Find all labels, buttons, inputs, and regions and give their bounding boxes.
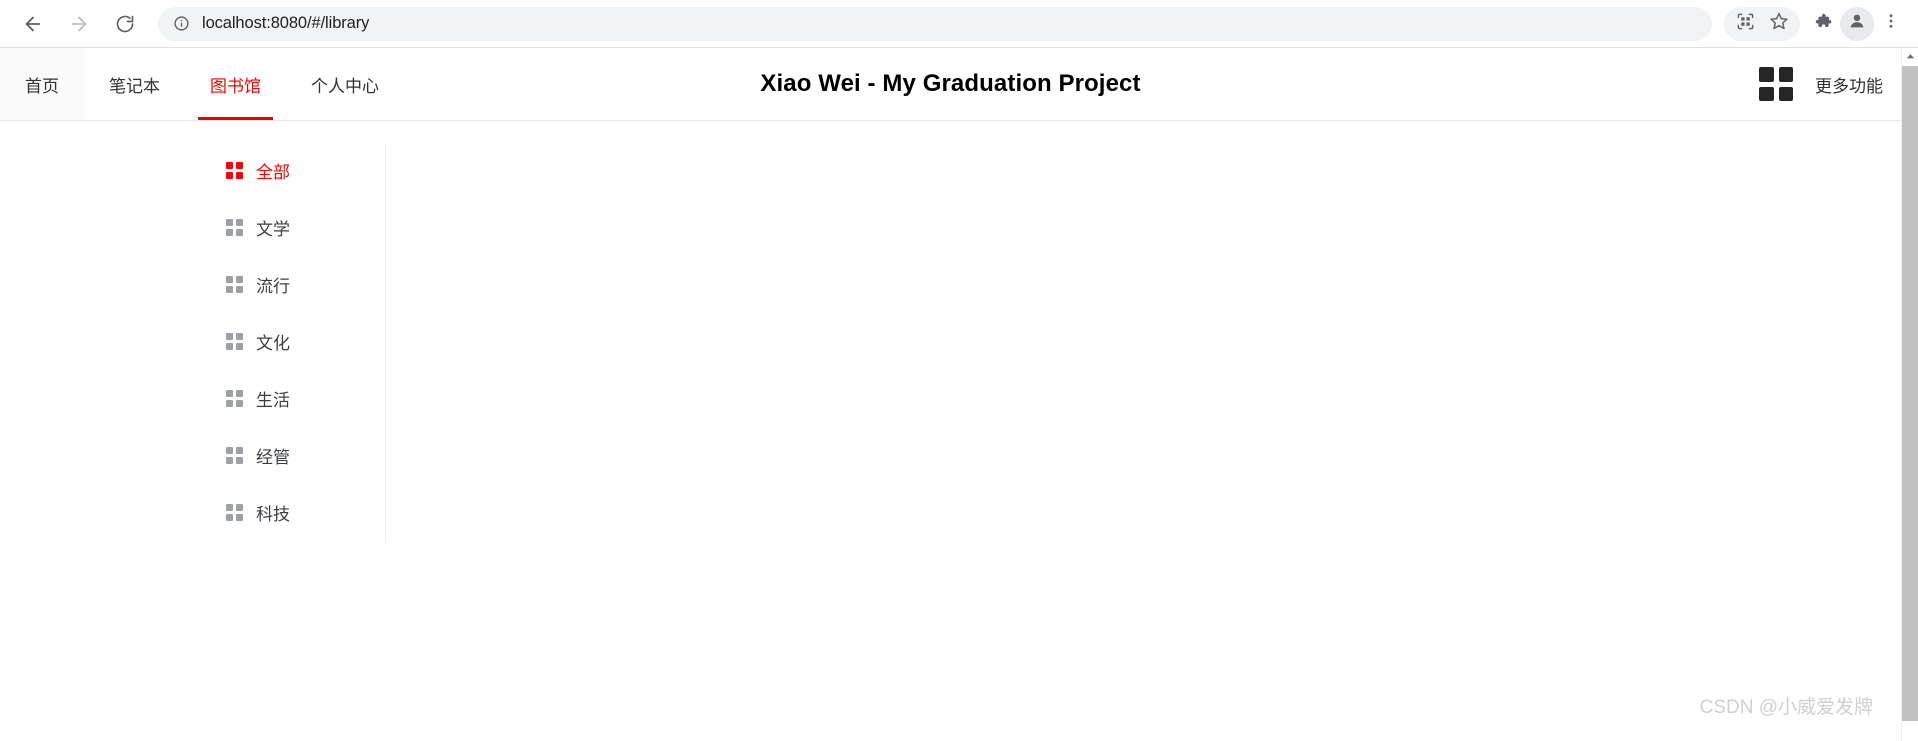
back-button[interactable] (14, 5, 52, 43)
star-icon (1769, 11, 1789, 36)
main-navigation: 首页 笔记本 图书馆 个人中心 (0, 48, 404, 120)
book-list-content (387, 121, 1901, 741)
app-body: 全部 文学 流行 文化 生活 经管 科技 CSDN @小威爱发牌 (0, 121, 1901, 741)
grid-icon (226, 276, 243, 293)
back-arrow-icon (22, 13, 44, 35)
page-scrollbar[interactable] (1901, 48, 1918, 741)
grid-icon (226, 447, 243, 464)
scrollbar-thumb[interactable] (1902, 66, 1918, 721)
puzzle-piece-icon (1813, 11, 1833, 36)
forward-button[interactable] (60, 5, 98, 43)
grid-icon (226, 219, 243, 236)
sidebar-item-technology[interactable]: 科技 (198, 484, 385, 541)
nav-item-library[interactable]: 图书馆 (185, 48, 286, 120)
sidebar-item-label: 生活 (256, 391, 290, 410)
sidebar-item-label: 全部 (256, 163, 290, 182)
sidebar-item-label: 流行 (256, 277, 290, 296)
sidebar-item-culture[interactable]: 文化 (198, 313, 385, 370)
sidebar-item-popular[interactable]: 流行 (198, 256, 385, 313)
reload-button[interactable] (106, 5, 144, 43)
sidebar-item-label: 科技 (256, 505, 290, 524)
qr-code-icon (1736, 12, 1755, 36)
three-dot-menu-icon (1882, 12, 1900, 35)
nav-item-profile[interactable]: 个人中心 (286, 48, 404, 120)
sidebar-item-all[interactable]: 全部 (198, 142, 385, 199)
profile-avatar-icon (1847, 11, 1867, 36)
grid-icon (226, 333, 243, 350)
more-features-label[interactable]: 更多功能 (1815, 72, 1883, 97)
browser-actions (1724, 6, 1918, 41)
grid-icon (226, 162, 243, 179)
category-sidebar: 全部 文学 流行 文化 生活 经管 科技 (198, 142, 386, 542)
sidebar-item-life[interactable]: 生活 (198, 370, 385, 427)
sidebar-item-label: 文学 (256, 220, 290, 239)
nav-item-label: 图书馆 (210, 76, 261, 96)
bookmark-button[interactable] (1762, 7, 1796, 41)
grid-icon (226, 504, 243, 521)
address-bar[interactable]: localhost:8080/#/library (158, 6, 1712, 41)
nav-item-label: 首页 (25, 76, 59, 96)
header-actions: 更多功能 (1759, 48, 1883, 120)
scroll-up-button[interactable] (1902, 48, 1918, 65)
nav-item-label: 笔记本 (109, 76, 160, 96)
grid-icon (226, 390, 243, 407)
sidebar-item-business[interactable]: 经管 (198, 427, 385, 484)
nav-item-label: 个人中心 (311, 76, 379, 96)
nav-item-home[interactable]: 首页 (0, 48, 84, 120)
reload-icon (115, 14, 135, 34)
grid-apps-icon[interactable] (1759, 67, 1793, 101)
browser-toolbar: localhost:8080/#/library (0, 0, 1918, 48)
chevron-up-icon (1905, 51, 1916, 62)
site-info-icon[interactable] (172, 15, 190, 33)
sidebar-item-label: 文化 (256, 334, 290, 353)
forward-arrow-icon (68, 13, 90, 35)
nav-item-notebook[interactable]: 笔记本 (84, 48, 185, 120)
url-text: localhost:8080/#/library (202, 14, 370, 32)
extensions-button[interactable] (1806, 7, 1840, 41)
sidebar-item-label: 经管 (256, 448, 290, 467)
sidebar-item-literature[interactable]: 文学 (198, 199, 385, 256)
app-header: 首页 笔记本 图书馆 个人中心 Xiao Wei - My Graduation… (0, 48, 1901, 121)
chrome-menu-button[interactable] (1874, 7, 1908, 41)
qr-code-button[interactable] (1728, 7, 1762, 41)
omnibox-action-group (1724, 6, 1800, 41)
profile-button[interactable] (1840, 6, 1874, 41)
watermark: CSDN @小威爱发牌 (1699, 697, 1873, 718)
